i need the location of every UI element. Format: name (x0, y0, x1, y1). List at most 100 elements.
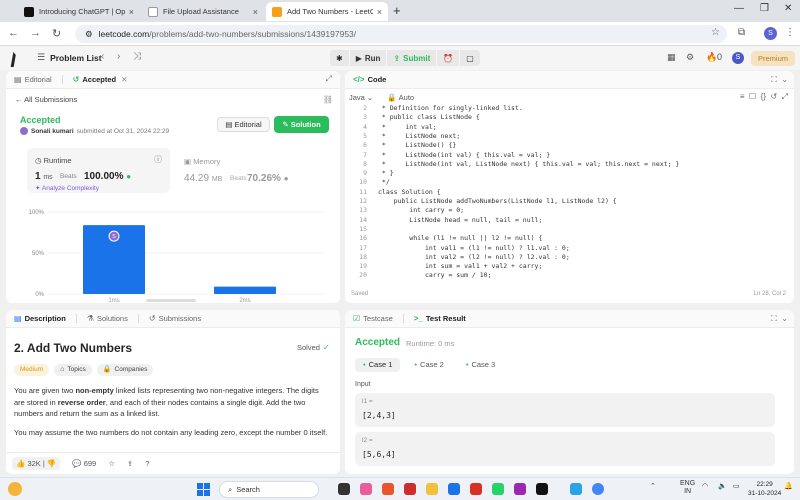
browser-tab-file-upload[interactable]: File Upload Assistance × (142, 2, 264, 21)
taskbar-search[interactable]: ⌕ Search (219, 481, 319, 498)
leetcode-logo-icon[interactable] (11, 52, 23, 64)
code-line[interactable]: 13 int carry = 0; (345, 206, 794, 215)
user-avatar[interactable]: S (732, 52, 744, 64)
tab-solutions[interactable]: ⚗ Solutions (87, 314, 128, 323)
vscode-icon[interactable] (448, 483, 460, 495)
site-info-icon[interactable]: ⚙ (85, 29, 93, 40)
close-icon[interactable]: × (377, 7, 382, 17)
fire-streak-icon[interactable]: 🔥 (706, 52, 717, 63)
browser-tab-leetcode[interactable]: Add Two Numbers - LeetCode × (266, 2, 388, 21)
code-line[interactable]: 2 * Definition for singly-linked list. (345, 104, 794, 113)
like-button[interactable]: 👍 32K | 👎 (12, 457, 61, 470)
code-line[interactable]: 6 * ListNode() {} (345, 141, 794, 150)
bookmark-star-icon[interactable]: ☆ (711, 27, 720, 38)
language-select[interactable]: Java ⌄ (349, 93, 373, 102)
tab-accepted[interactable]: ↺ Accepted ✕ (73, 75, 128, 84)
notes-button[interactable]: ▢ (460, 50, 480, 66)
prev-problem-icon[interactable]: ‹ (101, 51, 104, 62)
favorite-star-icon[interactable]: ☆ (108, 459, 115, 468)
editorial-button[interactable]: ▤ Editorial (217, 117, 270, 132)
start-button[interactable] (197, 483, 210, 496)
wifi-icon[interactable]: ◠ (702, 482, 708, 490)
volume-icon[interactable]: 🔈 (718, 482, 727, 490)
shuffle-icon[interactable]: ⤨ (133, 51, 141, 62)
copilot-icon[interactable] (360, 483, 372, 495)
file-explorer-icon[interactable] (426, 483, 438, 495)
app-icon[interactable] (536, 483, 548, 495)
problem-list-button[interactable]: ☰ Problem List (37, 52, 102, 63)
code-line[interactable]: 4 * int val; (345, 123, 794, 132)
show-hidden-icons-icon[interactable]: ⌃ (650, 482, 656, 490)
tab-testcase[interactable]: ☑ Testcase (353, 314, 393, 323)
editor-tools[interactable]: ≡ ☐ {} ↺ ⤢ (740, 92, 788, 102)
close-icon[interactable]: × (129, 7, 134, 17)
solution-button[interactable]: ✎ Solution (274, 116, 329, 133)
code-line[interactable]: 15 (345, 225, 794, 234)
tab-description[interactable]: ▤ Description (14, 314, 66, 323)
code-line[interactable]: 5 * ListNode next; (345, 132, 794, 141)
thumbs-down-icon[interactable]: 👎 (47, 459, 56, 468)
debug-button[interactable]: ✱ (330, 50, 349, 66)
autocomplete-toggle[interactable]: 🔒 Auto (387, 93, 414, 102)
app-icon[interactable] (470, 483, 482, 495)
runtime-distribution-chart[interactable]: 0% 50% 100% 1ms 2ms S (14, 204, 334, 303)
case-tab-1[interactable]: • Case 1 (355, 358, 401, 372)
code-line[interactable]: 17 int val1 = (l1 != null) ? l1.val : 0; (345, 244, 794, 253)
share-icon[interactable]: ⇪ (127, 459, 133, 468)
companies-tag[interactable]: 🔒 Companies (96, 364, 154, 376)
whatsapp-icon[interactable] (492, 483, 504, 495)
close-tab-icon[interactable]: ✕ (121, 75, 127, 84)
code-editor[interactable]: 2 * Definition for singly-linked list. 3 … (345, 104, 794, 284)
code-line[interactable]: 7 * ListNode(int val) { this.val = val; … (345, 151, 794, 160)
help-icon[interactable]: ? (145, 459, 149, 468)
code-line[interactable]: 12 public ListNode addTwoNumbers(ListNod… (345, 197, 794, 206)
app-icon[interactable] (514, 483, 526, 495)
submit-button[interactable]: ⇪ Submit (387, 50, 437, 66)
code-line[interactable]: 20 carry = sum / 10; (345, 271, 794, 280)
info-icon[interactable]: ⓘ (154, 154, 162, 165)
new-tab-icon[interactable]: + (393, 3, 401, 18)
premium-button[interactable]: Premium (751, 51, 795, 66)
layout-icon[interactable]: ▦ (667, 52, 676, 63)
tab-code[interactable]: </> Code (353, 75, 386, 84)
case-tab-3[interactable]: • Case 3 (458, 358, 503, 372)
telegram-icon[interactable] (570, 483, 582, 495)
battery-icon[interactable]: ▭ (733, 482, 740, 490)
maximize-panel-icon[interactable]: ⛶ ⌄ (771, 314, 788, 324)
maximize-icon[interactable]: ❐ (760, 3, 769, 14)
next-problem-icon[interactable]: › (117, 51, 120, 62)
code-line[interactable]: 8 * ListNode(int val, ListNode next) { t… (345, 160, 794, 169)
code-line[interactable]: 16 while (l1 != null || l2 != null) { (345, 234, 794, 243)
code-line[interactable]: 9 * } (345, 169, 794, 178)
profile-avatar[interactable]: S (764, 27, 777, 40)
firefox-icon[interactable] (382, 483, 394, 495)
expand-icon[interactable]: ⤢ (326, 74, 332, 84)
code-line[interactable]: 14 ListNode head = null, tail = null; (345, 216, 794, 225)
reload-icon[interactable]: ↻ (52, 27, 61, 40)
extensions-icon[interactable]: ⧉ (738, 27, 745, 38)
tab-editorial[interactable]: ▤ Editorial (14, 75, 52, 84)
topics-tag[interactable]: ⌂ Topics (54, 364, 92, 376)
tab-test-result[interactable]: >_ Test Result (414, 314, 466, 323)
code-line[interactable]: 19 int sum = val1 + val2 + carry; (345, 262, 794, 271)
minimize-icon[interactable]: — (734, 3, 744, 14)
maximize-panel-icon[interactable]: ⛶ ⌄ (771, 75, 788, 85)
browser-tab-chatgpt[interactable]: Introducing ChatGPT | OpenAI × (18, 2, 140, 21)
forward-icon[interactable]: → (30, 27, 41, 39)
taskbar-clock[interactable]: 22:29 31-10-2024 (748, 480, 781, 498)
link-icon[interactable]: ⛓ (323, 95, 333, 104)
code-line[interactable]: 3 * public class ListNode { (345, 113, 794, 122)
timer-button[interactable]: ⏰ (437, 50, 460, 66)
notifications-icon[interactable]: 🔔 (784, 482, 793, 490)
weather-icon[interactable] (8, 482, 22, 496)
chrome-icon[interactable] (592, 483, 604, 495)
url-field[interactable]: ⚙ leetcode.com/problems/add-two-numbers/… (75, 25, 727, 43)
all-submissions-link[interactable]: ← All Submissions (15, 95, 77, 104)
analyze-complexity-link[interactable]: ✦ Analyze Complexity (35, 184, 99, 192)
run-button[interactable]: ▶ Run (349, 50, 387, 66)
author-name[interactable]: Sonali kumari (31, 128, 74, 135)
window-close-icon[interactable]: ✕ (784, 3, 792, 14)
panel-resize-handle[interactable] (146, 299, 196, 302)
case-tab-2[interactable]: • Case 2 (406, 358, 451, 372)
opera-icon[interactable] (404, 483, 416, 495)
